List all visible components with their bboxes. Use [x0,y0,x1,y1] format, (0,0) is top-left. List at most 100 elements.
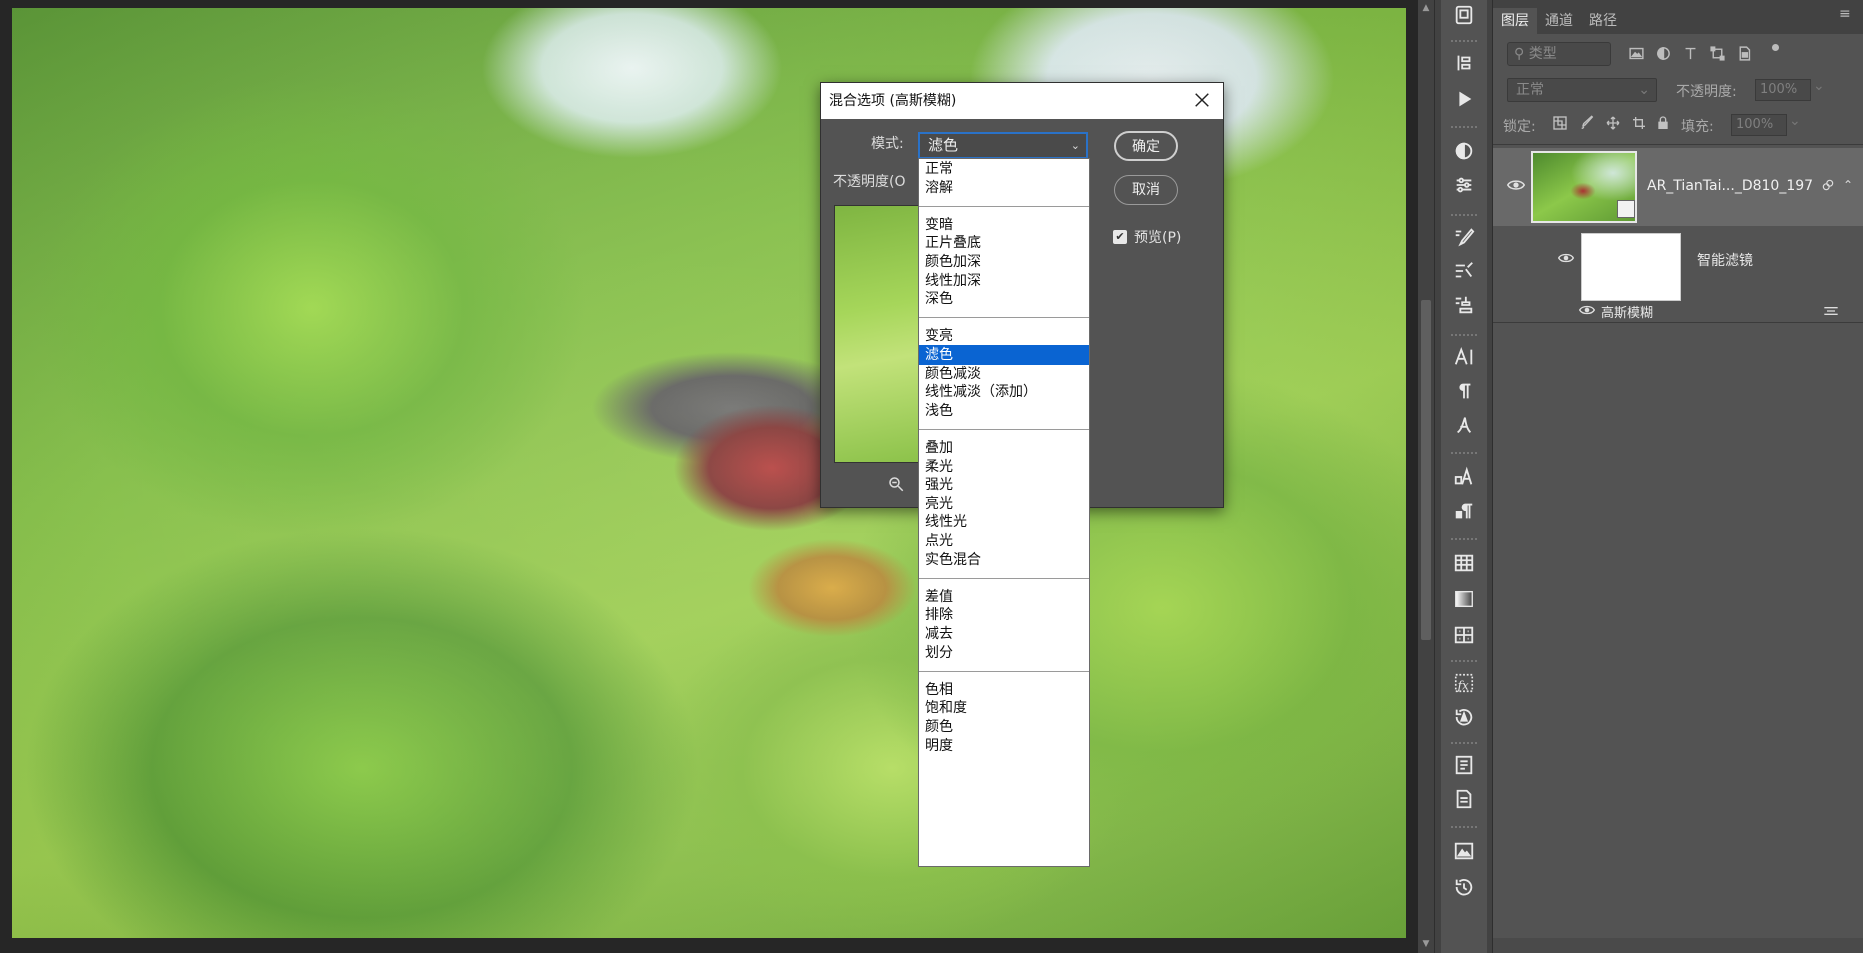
filter-mask-thumbnail[interactable] [1581,233,1681,301]
visibility-eye-icon[interactable] [1506,178,1526,196]
blend-mode-option[interactable]: 变亮 [919,326,1089,346]
history-icon[interactable] [1441,702,1487,732]
mode-select[interactable]: 滤色 ⌄ [918,132,1088,159]
layer-filter-kind-select[interactable]: ⚲ 类型 [1507,42,1611,66]
panel-grip[interactable] [1451,538,1477,542]
panel-grip[interactable] [1451,660,1477,664]
lock-position-move-icon[interactable] [1603,113,1623,133]
character-styles-icon[interactable] [1441,462,1487,492]
brush-settings-icon[interactable] [1441,222,1487,252]
blend-mode-option[interactable]: 颜色加深 [919,252,1089,272]
glyphs-icon[interactable] [1441,410,1487,440]
swatches-grid-icon[interactable] [1441,548,1487,578]
tab-channels[interactable]: 通道 [1537,8,1581,34]
chevron-down-icon[interactable]: ⌄ [1789,113,1801,129]
filter-name-gaussian-blur[interactable]: 高斯模糊 [1601,302,1653,321]
styles-fx-icon[interactable]: fx [1441,668,1487,698]
blend-mode-option[interactable]: 正常 [919,159,1089,179]
blend-mode-option[interactable]: 深色 [919,289,1089,309]
blend-mode-option[interactable]: 亮光 [919,494,1089,514]
blend-mode-option[interactable]: 正片叠底 [919,233,1089,253]
filter-smart-object-icon[interactable] [1733,42,1755,64]
blend-mode-option[interactable]: 线性光 [919,512,1089,532]
panel-grip[interactable] [1451,40,1477,44]
panel-grip[interactable] [1451,452,1477,456]
collapse-caret-icon[interactable]: ⌃ [1843,178,1853,192]
panel-grip[interactable] [1451,826,1477,830]
blending-options-icon[interactable] [1823,304,1839,322]
adjustments-icon[interactable] [1441,136,1487,166]
panel-grip[interactable] [1451,334,1477,338]
blend-mode-option[interactable]: 饱和度 [919,698,1089,718]
blend-mode-option[interactable]: 变暗 [919,215,1089,235]
properties-sliders-icon[interactable] [1441,170,1487,200]
scroll-up-icon[interactable]: ▲ [1421,2,1431,14]
panel-menu-icon[interactable]: ≡ [1839,6,1857,22]
smart-filters-label[interactable]: 智能滤镜 [1697,250,1753,270]
info-doc-icon[interactable] [1441,784,1487,814]
blend-mode-option[interactable]: 线性减淡（添加） [919,382,1089,402]
checkmark-icon[interactable]: ✔ [1113,230,1127,244]
filter-pixel-icon[interactable] [1625,42,1647,64]
filter-toggle-icon[interactable] [1764,36,1786,58]
layer-name[interactable]: AR_TianTai..._D810_197 [1647,178,1813,194]
lock-transparent-icon[interactable] [1550,113,1570,133]
clone-source-icon[interactable] [1441,290,1487,320]
ok-button[interactable]: 确定 [1114,131,1178,161]
blend-mode-option[interactable]: 滤色 [919,345,1089,365]
fill-input[interactable]: 100% [1731,114,1787,136]
timeline-clock-icon[interactable] [1441,872,1487,902]
panel-grip[interactable] [1451,742,1477,746]
panel-grip[interactable] [1451,214,1477,218]
paragraph-styles-icon[interactable] [1441,496,1487,526]
blend-mode-option[interactable]: 差值 [919,587,1089,607]
libraries-icon[interactable] [1441,0,1487,30]
blend-mode-option[interactable]: 色相 [919,680,1089,700]
zoom-out-icon[interactable] [887,475,905,497]
opacity-input[interactable]: 100% [1755,79,1811,101]
blend-mode-option[interactable]: 颜色减淡 [919,364,1089,384]
blend-mode-option[interactable]: 明度 [919,736,1089,756]
navigator-icon[interactable] [1441,836,1487,866]
blend-mode-option[interactable]: 柔光 [919,457,1089,477]
tool-presets-icon[interactable] [1441,256,1487,286]
lock-artboard-icon[interactable] [1629,113,1649,133]
tab-paths[interactable]: 路径 [1581,8,1625,34]
character-icon[interactable] [1441,342,1487,372]
gradients-icon[interactable] [1441,584,1487,614]
layer-blend-mode-select[interactable]: 正常 ⌄ [1507,78,1657,102]
lock-image-brush-icon[interactable] [1577,113,1597,133]
paragraph-icon[interactable] [1441,376,1487,406]
blend-mode-option[interactable]: 浅色 [919,401,1089,421]
blend-mode-option[interactable]: 点光 [919,531,1089,551]
preview-checkbox[interactable]: ✔ 预览(P) [1113,227,1181,247]
tab-layers[interactable]: 图层 [1493,8,1537,34]
history-states-icon[interactable] [1441,48,1487,78]
lock-all-icon[interactable] [1653,113,1673,133]
blend-mode-option[interactable]: 强光 [919,475,1089,495]
actions-play-icon[interactable] [1441,84,1487,114]
blend-mode-option[interactable]: 减去 [919,624,1089,644]
canvas-vertical-scrollbar[interactable]: ▲ ▼ [1418,0,1434,953]
cancel-button[interactable]: 取消 [1114,175,1178,205]
blend-mode-option[interactable]: 线性加深 [919,271,1089,291]
layer-row-smart-object[interactable]: AR_TianTai..._D810_197 ⌃ [1493,148,1863,226]
blend-mode-option[interactable]: 排除 [919,605,1089,625]
filter-adjustment-icon[interactable] [1652,42,1674,64]
link-icon[interactable] [1821,178,1835,196]
panel-grip[interactable] [1451,126,1477,130]
scrollbar-thumb[interactable] [1421,300,1431,640]
blend-mode-option[interactable]: 实色混合 [919,550,1089,570]
visibility-eye-icon[interactable] [1578,304,1596,320]
filter-type-icon[interactable] [1679,42,1701,64]
scroll-down-icon[interactable]: ▼ [1421,938,1431,950]
notes-icon[interactable] [1441,750,1487,780]
visibility-eye-icon[interactable] [1557,252,1575,268]
chevron-down-icon[interactable]: ⌄ [1813,78,1825,94]
blend-mode-option[interactable]: 溶解 [919,178,1089,198]
blend-mode-option[interactable]: 划分 [919,643,1089,663]
blend-mode-option[interactable]: 叠加 [919,438,1089,458]
filter-shape-icon[interactable] [1706,42,1728,64]
smart-filter-row[interactable]: 智能滤镜 高斯模糊 [1493,228,1863,322]
patterns-icon[interactable] [1441,620,1487,650]
